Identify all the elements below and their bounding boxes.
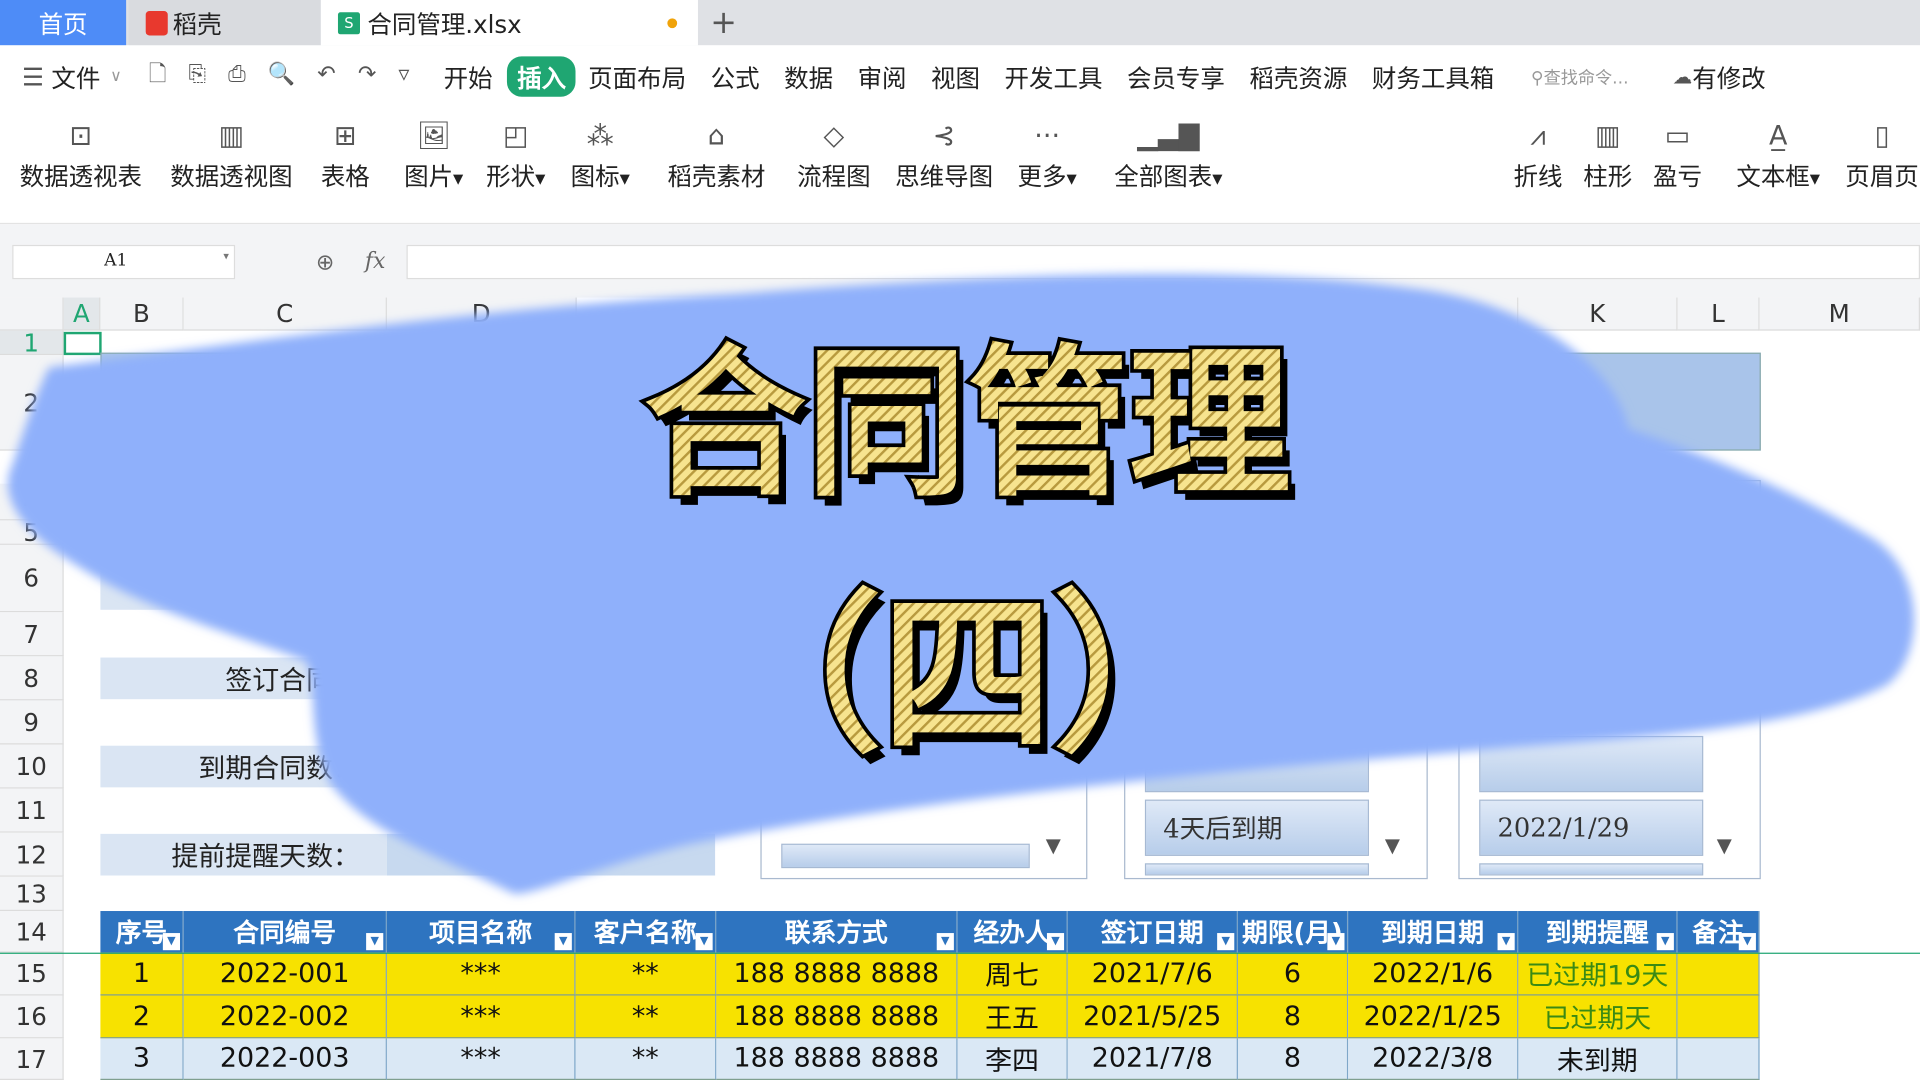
overlay-title: 合同管理 [644,331,1290,519]
thumbnail-overlay: 合同管理 合同管理 （四） （四） [7,274,1915,894]
overlay-subtitle: （四） [710,577,1224,776]
